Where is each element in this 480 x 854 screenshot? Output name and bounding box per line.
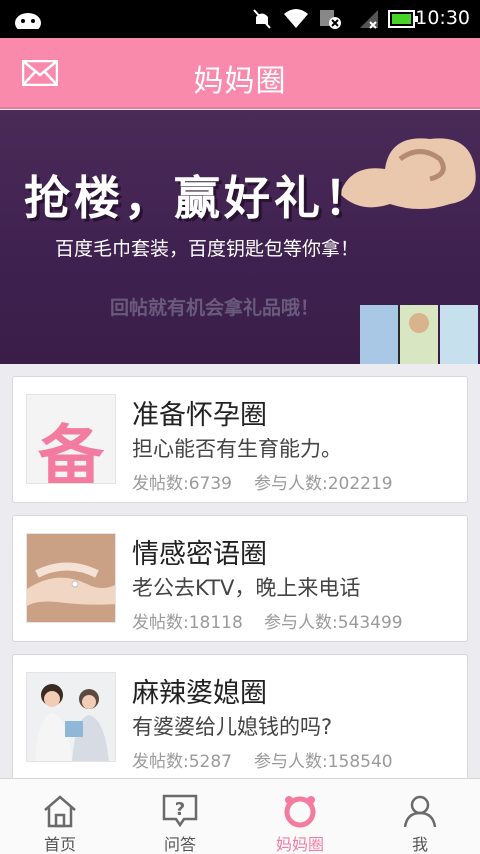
tab-qa[interactable]: ? 问答 — [120, 779, 240, 854]
battery-icon — [388, 10, 418, 28]
banner-subtitle: 百度毛巾套装，百度钥匙包等你拿！ — [55, 238, 360, 260]
clock: 10:30 — [415, 7, 470, 29]
question-icon: ? — [162, 794, 198, 828]
circle-card-mother-in-law[interactable]: 麻辣婆媳圈 有婆婆给儿媳钱的吗? 发帖数:5287 参与人数:158540 — [12, 654, 468, 781]
tab-label: 首页 — [43, 835, 76, 854]
sim-error-icon — [320, 10, 341, 29]
circle-latest-topic: 担心能否有生育能力。 — [132, 437, 342, 461]
post-count: 发帖数:6739 — [132, 474, 232, 494]
towel-gift-image — [360, 305, 478, 364]
circle-name: 麻辣婆媳圈 — [132, 678, 267, 709]
status-bar: 10:30 — [0, 0, 480, 38]
banner-headline: 抢楼，赢好礼！ — [24, 171, 374, 225]
signal-icon — [360, 10, 378, 29]
promo-banner[interactable]: 抢楼，赢好礼！ 百度毛巾套装，百度钥匙包等你拿！ 回帖就有机会拿礼品哦！ — [0, 110, 480, 364]
circle-card-emotion[interactable]: 情感密语圈 老公去KTV，晚上来电话 发帖数:18118 参与人数:543499 — [12, 515, 468, 642]
circle-name: 情感密语圈 — [132, 539, 267, 570]
member-count: 参与人数:158540 — [254, 752, 393, 772]
mute-icon — [253, 9, 271, 29]
tab-label: 妈妈圈 — [275, 835, 324, 854]
android-icon — [15, 13, 41, 29]
circle-thumbnail — [26, 533, 116, 623]
member-count: 参与人数:202219 — [254, 474, 393, 494]
holding-hands-image — [27, 534, 115, 622]
circle-thumbnail: 备 — [26, 394, 116, 484]
circle-latest-topic: 有婆婆给儿媳钱的吗? — [132, 715, 333, 739]
member-count: 参与人数:543499 — [264, 613, 403, 633]
tab-label: 我 — [411, 835, 428, 854]
svg-text:?: ? — [175, 799, 185, 820]
home-icon — [44, 795, 76, 828]
circle-name: 准备怀孕圈 — [132, 400, 267, 431]
circle-thumbnail — [26, 672, 116, 762]
thumbnail-char: 备 — [38, 418, 104, 484]
wifi-icon — [284, 9, 308, 28]
tab-home[interactable]: 首页 — [0, 779, 120, 854]
tab-label: 问答 — [163, 835, 196, 854]
circle-card-prepare-pregnancy[interactable]: 备 准备怀孕圈 担心能否有生育能力。 发帖数:6739 参与人数:202219 — [12, 376, 468, 503]
profile-icon — [403, 795, 437, 828]
banner-hint: 回帖就有机会拿礼品哦！ — [110, 297, 320, 319]
circle-latest-topic: 老公去KTV，晚上来电话 — [132, 576, 361, 600]
bottom-tab-bar: 首页 ? 问答 妈妈圈 我 — [0, 778, 480, 854]
circle-icon — [284, 796, 316, 828]
post-count: 发帖数:5287 — [132, 752, 232, 772]
post-count: 发帖数:18118 — [132, 613, 243, 633]
app-header: 妈妈圈 — [0, 38, 480, 109]
tab-mom-circle[interactable]: 妈妈圈 — [240, 779, 360, 854]
page-title: 妈妈圈 — [193, 64, 287, 99]
tab-me[interactable]: 我 — [360, 779, 480, 854]
family-photo-image — [27, 673, 115, 761]
